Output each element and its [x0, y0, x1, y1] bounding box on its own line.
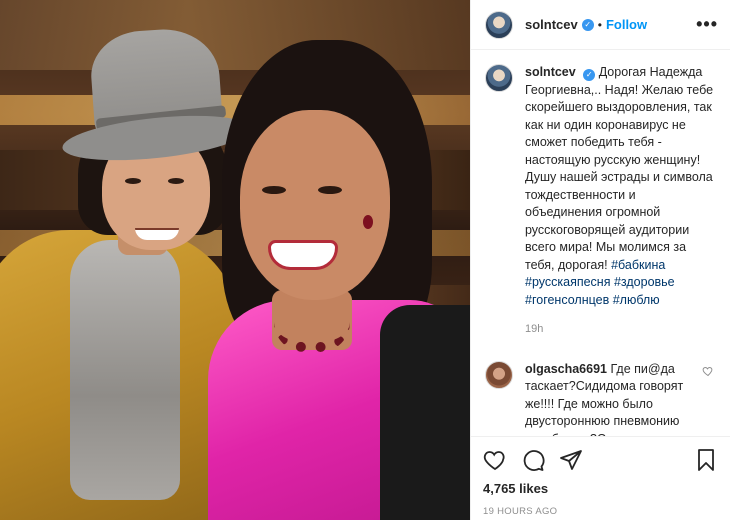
woman-smile	[268, 240, 338, 270]
hashtag-link[interactable]: #бабкина	[611, 258, 665, 272]
post-timestamp[interactable]: 19 HOURS AGO	[483, 506, 718, 517]
bookmark-icon[interactable]	[694, 448, 718, 472]
author-avatar[interactable]	[485, 10, 513, 39]
comment-body: olgascha6691 Где пи@да таскает?Сидидома …	[525, 361, 703, 437]
comment-like-heart-icon[interactable]	[702, 365, 714, 377]
post-caption: solntcev ✓ Дорогая Надежда Георгиевна,..…	[485, 64, 716, 339]
woman-face	[240, 110, 390, 300]
author-username[interactable]: solntcev	[525, 17, 578, 32]
instagram-post: solntcev ✓ • Follow ••• solntcev ✓ Дорог…	[0, 0, 730, 520]
caption-username[interactable]: solntcev	[525, 65, 576, 79]
like-count[interactable]: 4,765 likes	[483, 481, 718, 496]
earring	[363, 215, 373, 229]
verified-badge-icon: ✓	[583, 69, 596, 81]
verified-badge-icon: ✓	[581, 18, 594, 31]
woman-vest	[380, 305, 470, 520]
caption-body: solntcev ✓ Дорогая Надежда Георгиевна,..…	[525, 64, 716, 339]
comment-item: olgascha6691 Где пи@да таскает?Сидидома …	[485, 360, 716, 437]
separator-dot: •	[597, 17, 602, 32]
background-wall	[0, 0, 470, 70]
commenter-username[interactable]: olgascha6691	[525, 362, 607, 376]
hashtag-link[interactable]: #люблю	[613, 293, 660, 307]
hashtag-link[interactable]: #гогенсолнцев	[525, 293, 609, 307]
commenter-avatar[interactable]	[485, 360, 513, 389]
man-eye	[125, 178, 141, 184]
hashtag-link[interactable]: #русскаяпесня	[525, 275, 610, 289]
post-side-panel: solntcev ✓ • Follow ••• solntcev ✓ Дорог…	[470, 0, 730, 520]
heart-icon[interactable]	[483, 448, 507, 472]
follow-button[interactable]: Follow	[606, 17, 647, 32]
caption-timestamp[interactable]: 19h	[525, 321, 716, 339]
paper-plane-icon[interactable]	[559, 448, 583, 472]
comment-bubble-icon[interactable]	[521, 448, 545, 472]
post-header: solntcev ✓ • Follow •••	[471, 0, 730, 50]
post-photo[interactable]	[0, 0, 470, 520]
comments-section[interactable]: solntcev ✓ Дорогая Надежда Георгиевна,..…	[471, 50, 730, 436]
man-eye	[168, 178, 184, 184]
more-options-icon[interactable]: •••	[696, 14, 718, 35]
hashtag-link[interactable]: #здоровье	[614, 275, 675, 289]
woman-eye	[318, 186, 342, 194]
caption-text: Дорогая Надежда Георгиевна,.. Надя! Жела…	[525, 65, 714, 272]
post-actions: 4,765 likes 19 HOURS AGO	[471, 436, 730, 520]
woman-eye	[262, 186, 286, 194]
action-bar	[483, 445, 718, 475]
man-scarf	[70, 240, 180, 500]
author-avatar[interactable]	[485, 64, 513, 92]
man-smile	[135, 228, 179, 240]
